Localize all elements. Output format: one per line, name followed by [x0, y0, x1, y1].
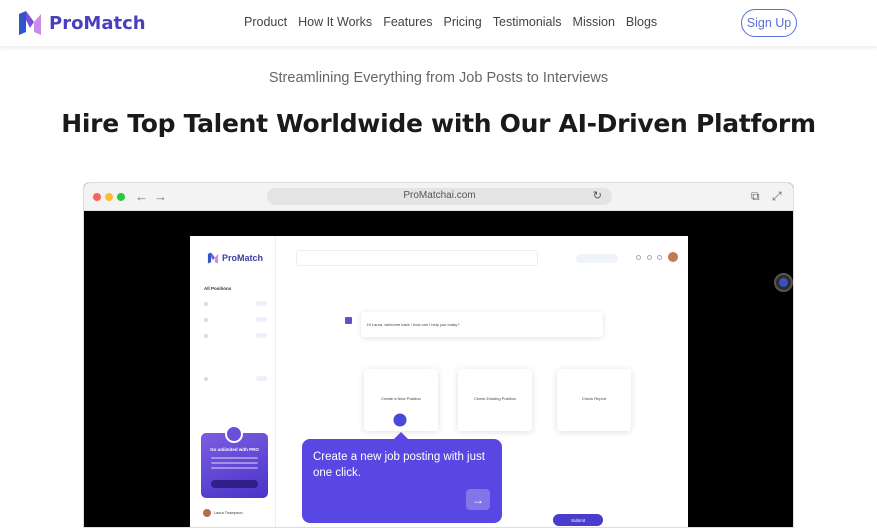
tour-hotspot[interactable] — [393, 413, 407, 427]
user-profile: Laura Thompson — [203, 504, 265, 521]
user-name: Laura Thompson — [214, 510, 243, 515]
arrow-right-icon: → — [472, 492, 484, 507]
sidebar-item — [204, 333, 267, 338]
nav-pricing[interactable]: Pricing — [444, 15, 482, 29]
nav-features[interactable]: Features — [383, 15, 432, 29]
fullscreen-icon: ⤢ — [772, 189, 782, 203]
pro-badge-icon — [225, 425, 243, 443]
pro-upgrade-button — [211, 480, 258, 488]
nav-product[interactable]: Product — [244, 15, 287, 29]
hero-headline: Hire Top Talent Worldwide with Our AI-Dr… — [61, 109, 816, 138]
window-minimize-dot — [105, 193, 113, 201]
pro-text-line — [211, 457, 258, 459]
sidebar-item — [204, 317, 267, 322]
sidebar-heading: All Positions — [204, 286, 232, 291]
app-logo: ProMatch — [207, 252, 263, 264]
card-label: Create a New Position — [381, 396, 421, 401]
app-submit-button: Submit — [553, 514, 603, 526]
forward-arrow-icon: → — [154, 189, 167, 204]
hero-tagline: Streamlining Everything from Job Posts t… — [268, 70, 609, 86]
pro-upgrade-card: Go unlimited with PRO — [201, 425, 268, 498]
pro-title: Go unlimited with PRO — [210, 447, 259, 452]
back-arrow-icon: ← — [135, 189, 148, 204]
open-external-icon: ⧉ — [751, 189, 760, 203]
nav-mission[interactable]: Mission — [573, 15, 615, 29]
check-position-card: Check Existing Position — [458, 369, 532, 431]
tooltip-next-button[interactable]: → — [466, 489, 490, 510]
app-top-input — [296, 250, 538, 266]
sign-up-button[interactable]: Sign Up — [741, 9, 797, 37]
window-maximize-dot — [117, 193, 125, 201]
url-text: ProMatchai.com — [403, 190, 476, 201]
pro-text-line — [211, 467, 258, 469]
brand-name: ProMatch — [49, 12, 146, 34]
moon-icon — [647, 255, 652, 260]
reload-icon: ↻ — [592, 190, 602, 202]
bell-icon — [636, 255, 641, 260]
card-label: Check Existing Position — [474, 396, 516, 401]
pro-text-line — [211, 462, 258, 464]
app-search — [576, 254, 618, 263]
sidebar-item — [204, 301, 267, 306]
assistant-greeting: Hi Laura, welcome back ! how can I help … — [361, 312, 603, 337]
address-bar: ProMatchai.com ↻ — [267, 188, 612, 205]
scroll-knob[interactable] — [774, 273, 793, 292]
window-close-dot — [93, 193, 101, 201]
avatar — [668, 252, 678, 262]
tour-tooltip: Create a new job posting with just one c… — [302, 432, 502, 523]
site-header: ProMatch Product How It Works Features P… — [0, 0, 877, 46]
assistant-logo-icon — [345, 317, 352, 324]
browser-toolbar: ← → ProMatchai.com ↻ ⧉ ⤢ — [84, 183, 793, 211]
app-brand-name: ProMatch — [222, 253, 264, 263]
tooltip-text: Create a new job posting with just one c… — [313, 451, 485, 479]
app-sidebar: ProMatch All Positions Go unlimited with… — [190, 236, 276, 527]
avatar — [203, 508, 211, 517]
main-nav: Product How It Works Features Pricing Te… — [244, 15, 657, 29]
nav-how-it-works[interactable]: How It Works — [298, 15, 372, 29]
promatch-logo-icon — [207, 252, 219, 264]
check-report-card: Check Report — [557, 369, 631, 431]
sidebar-item — [204, 376, 267, 381]
promatch-logo-icon — [19, 11, 41, 35]
brand-logo[interactable]: ProMatch — [17, 10, 146, 36]
greeting-text: Hi Laura, welcome back ! how can I help … — [367, 322, 460, 327]
nav-blogs[interactable]: Blogs — [626, 15, 657, 29]
card-label: Check Report — [581, 396, 607, 401]
help-icon — [657, 255, 662, 260]
nav-testimonials[interactable]: Testimonials — [493, 15, 562, 29]
